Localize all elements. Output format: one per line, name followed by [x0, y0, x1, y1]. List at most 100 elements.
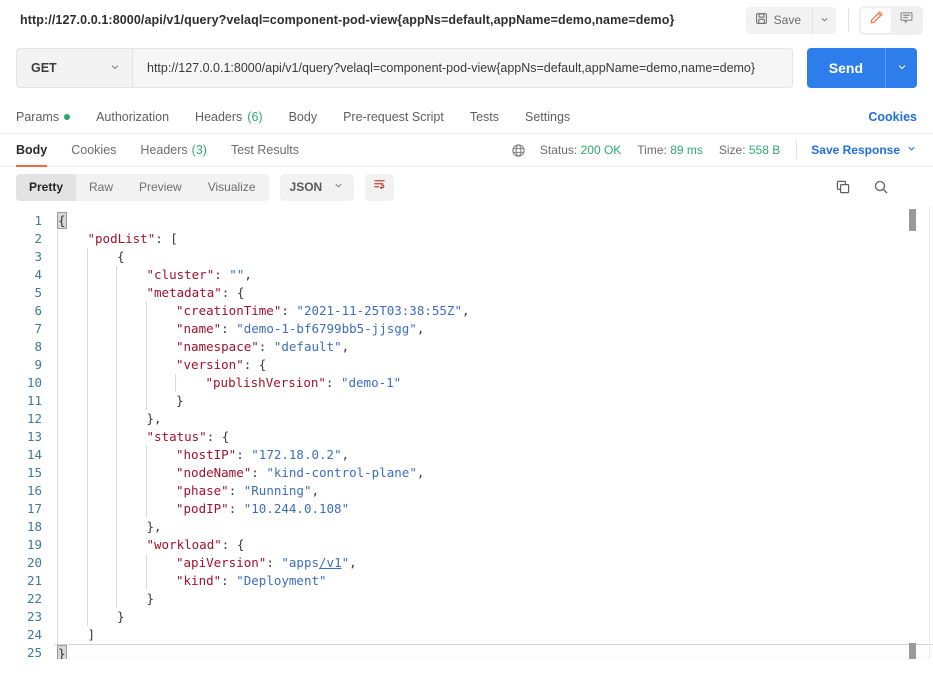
code-line: 24]: [0, 626, 933, 644]
indent-guide: [57, 374, 58, 392]
resp-tab-cookies[interactable]: Cookies: [71, 134, 116, 167]
wrap-lines-icon: [372, 177, 387, 197]
resp-tab-headers[interactable]: Headers (3): [140, 134, 207, 167]
edit-mode-button[interactable]: [861, 7, 891, 33]
line-number: 19: [26, 537, 42, 552]
tab-body-label: Body: [288, 109, 318, 124]
code-line-text: ]: [54, 626, 933, 644]
indent-guide: [116, 446, 117, 464]
size-label: Size:: [718, 143, 746, 157]
copy-icon[interactable]: [835, 179, 851, 195]
code-line: 22}: [0, 590, 933, 608]
tab-body[interactable]: Body: [289, 110, 318, 124]
indent-guide: [86, 338, 88, 356]
code-token: :: [221, 321, 237, 336]
code-line-text: "hostIP": "172.18.0.2",: [54, 446, 933, 464]
code-token: : {: [221, 285, 245, 300]
status-value: 200 OK: [580, 143, 622, 157]
line-number: 2: [34, 231, 42, 246]
line-number: 6: [34, 303, 42, 318]
indent-guide: [86, 500, 88, 518]
tab-headers[interactable]: Headers (6): [195, 110, 263, 124]
code-line: 12},: [0, 410, 933, 428]
indent-guide: [57, 392, 58, 410]
chevron-down-icon: [109, 61, 121, 76]
code-token: :: [281, 303, 297, 318]
indent-guide: [86, 518, 88, 536]
save-options-button[interactable]: [812, 6, 836, 34]
code-line: 10 "publishVersion": "demo-1": [0, 374, 933, 392]
indent-guide: [57, 410, 58, 428]
wrap-lines-button[interactable]: [365, 173, 395, 201]
response-body-code[interactable]: 1{2 "podList": [3{4 "cluster": "", 5 "metada…: [0, 207, 933, 669]
send-options-button[interactable]: [885, 48, 917, 88]
tab-authorization[interactable]: Authorization: [96, 110, 169, 124]
indent-guide: [57, 356, 58, 374]
indent-guide: [86, 554, 88, 572]
resp-tab-body[interactable]: Body: [16, 134, 48, 167]
code-token: : {: [243, 357, 267, 372]
vertical-scrollbar-thumb-top[interactable]: [909, 209, 916, 231]
indent-guide: [86, 572, 88, 590]
line-number: 13: [26, 429, 42, 444]
time-info: Time: 89 ms: [637, 143, 703, 157]
code-token: },: [146, 519, 162, 534]
line-number: 23: [26, 609, 42, 624]
bracket-match-highlight: {: [57, 212, 67, 229]
code-line: 18},: [0, 518, 933, 536]
save-response-button[interactable]: Save Response: [811, 143, 917, 157]
indent-guide: [145, 464, 147, 482]
tab-tests[interactable]: Tests: [470, 110, 499, 124]
line-number: 15: [26, 465, 42, 480]
globe-icon[interactable]: [511, 143, 526, 158]
request-title: http://127.0.0.1:8000/api/v1/query?velaq…: [20, 13, 675, 27]
resp-tab-test-results[interactable]: Test Results: [231, 134, 299, 167]
tab-headers-count: (6): [247, 109, 263, 124]
code-line-text: "namespace": "default",: [54, 338, 933, 356]
horizontal-scrollbar[interactable]: [0, 659, 933, 669]
cookies-link[interactable]: Cookies: [868, 110, 917, 124]
line-number: 16: [26, 483, 42, 498]
tab-pre-request-script-label: Pre-request Script: [343, 109, 444, 124]
tab-params[interactable]: Params: [16, 110, 71, 124]
tab-pre-request-script[interactable]: Pre-request Script: [343, 110, 444, 124]
code-token: "workload": [146, 537, 222, 552]
code-token: : {: [221, 537, 245, 552]
http-method-select[interactable]: GET: [16, 48, 132, 88]
code-token: ,: [416, 465, 425, 480]
indent-guide: [116, 302, 117, 320]
url-input[interactable]: http://127.0.0.1:8000/api/v1/query?velaq…: [132, 48, 793, 88]
code-line-text: {: [54, 248, 933, 266]
code-line-text: }: [54, 392, 933, 410]
indent-guide: [86, 536, 88, 554]
toolbar-divider: [848, 9, 849, 31]
indent-guide: [57, 554, 58, 572]
code-line-text: {: [54, 212, 933, 230]
code-line: 11}: [0, 392, 933, 410]
code-line: 8 "namespace": "default",: [0, 338, 933, 356]
indent-guide: [57, 464, 58, 482]
send-button[interactable]: Send: [806, 48, 885, 88]
tab-tests-label: Tests: [469, 109, 499, 124]
view-mode-toggle: [859, 5, 923, 35]
code-line-text: "status": {: [54, 428, 933, 446]
code-line: 23}: [0, 608, 933, 626]
chevron-down-icon: [819, 13, 830, 28]
format-select[interactable]: JSON: [279, 173, 355, 201]
tab-settings[interactable]: Settings: [525, 110, 570, 124]
view-raw[interactable]: Raw: [76, 174, 126, 201]
search-icon[interactable]: [873, 179, 889, 195]
indent-guide: [116, 374, 117, 392]
line-number: 10: [26, 375, 42, 390]
view-preview[interactable]: Preview: [126, 174, 195, 201]
view-pretty[interactable]: Pretty: [16, 173, 77, 201]
vertical-scrollbar[interactable]: [909, 207, 916, 669]
code-line-text: "phase": "Running",: [54, 482, 933, 500]
comment-mode-button[interactable]: [891, 8, 921, 33]
code-token: "172.18.0.2": [251, 447, 342, 462]
view-visualize[interactable]: Visualize: [195, 174, 269, 201]
indent-guide: [57, 500, 58, 518]
code-token: },: [146, 411, 162, 426]
code-token: ": [341, 555, 350, 570]
save-button[interactable]: Save: [745, 6, 812, 34]
